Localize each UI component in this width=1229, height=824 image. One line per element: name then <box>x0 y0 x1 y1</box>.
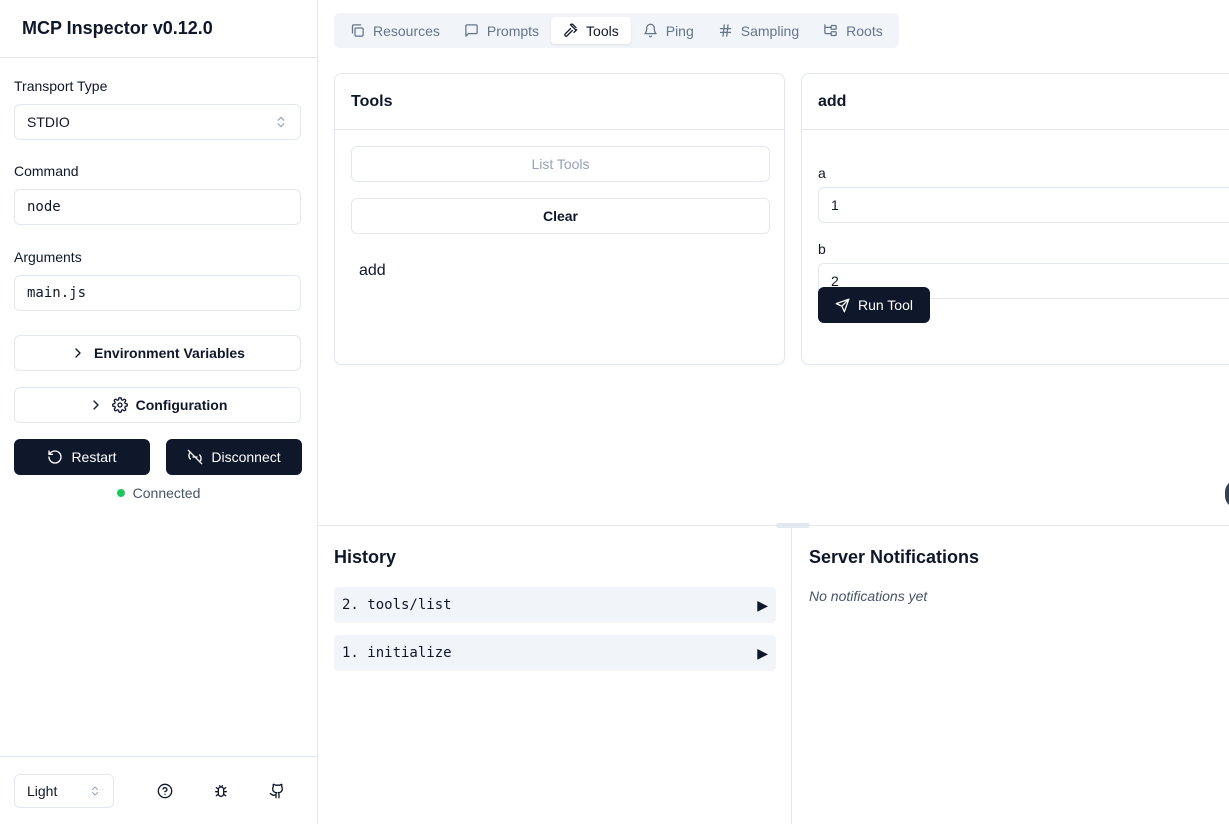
connection-status: Connected <box>14 485 303 501</box>
run-tool-button[interactable]: Run Tool <box>818 287 930 323</box>
history-panel: History 2. tools/list ▶ 1. initialize ▶ <box>318 526 792 824</box>
tool-detail-title: add <box>802 74 1229 130</box>
history-item-label: 2. tools/list <box>342 597 452 613</box>
expand-triangle-icon[interactable]: ▶ <box>757 645 768 662</box>
main-panel: Resources Prompts Tools Ping Sampling Ro… <box>318 0 1229 824</box>
app-title: MCP Inspector v0.12.0 <box>22 18 213 38</box>
restart-label: Restart <box>71 449 117 465</box>
tool-detail-card: add a 1 b 2 Run Tool <box>801 73 1229 365</box>
theme-select[interactable]: Light <box>14 773 114 808</box>
configuration-label: Configuration <box>135 397 228 413</box>
param-b-label: b <box>818 241 826 257</box>
notifications-panel: Server Notifications No notifications ye… <box>793 526 1229 824</box>
disconnect-label: Disconnect <box>211 449 281 465</box>
sidebar: MCP Inspector v0.12.0 Transport Type STD… <box>0 0 318 824</box>
restart-button[interactable]: Restart <box>14 439 150 475</box>
help-circle-icon[interactable] <box>153 779 177 803</box>
tab-label: Prompts <box>486 22 540 39</box>
chevron-right-icon <box>92 400 99 410</box>
bottom-panel: History 2. tools/list ▶ 1. initialize ▶ … <box>318 523 1229 824</box>
files-icon <box>351 24 364 37</box>
rotate-ccw-icon <box>48 450 63 464</box>
sidebar-header: MCP Inspector v0.12.0 <box>0 0 317 58</box>
arguments-input[interactable]: main.js <box>14 275 301 311</box>
tab-sampling[interactable]: Sampling <box>706 17 811 44</box>
list-tools-button[interactable]: List Tools <box>351 146 770 182</box>
tools-list-title: Tools <box>335 74 784 130</box>
clear-button[interactable]: Clear <box>351 198 770 234</box>
tab-roots[interactable]: Roots <box>811 17 895 44</box>
github-icon[interactable] <box>265 779 289 803</box>
tab-label: Resources <box>373 22 440 39</box>
environment-variables-button[interactable]: Environment Variables <box>14 335 301 371</box>
bell-icon <box>643 23 657 38</box>
send-icon <box>835 298 850 312</box>
run-tool-label: Run Tool <box>857 297 913 313</box>
tab-tools[interactable]: Tools <box>551 17 631 44</box>
floating-scroll-handle[interactable] <box>1225 480 1229 508</box>
theme-value: Light <box>27 782 58 799</box>
bug-icon[interactable] <box>209 779 233 803</box>
history-title: History <box>334 547 397 567</box>
message-square-icon <box>465 24 478 37</box>
sidebar-footer: Light <box>0 756 317 824</box>
tools-list-card: Tools List Tools Clear add <box>334 73 785 365</box>
disconnect-button[interactable]: Disconnect <box>166 439 302 475</box>
connection-actions: Restart Disconnect <box>14 439 303 475</box>
configuration-button[interactable]: Configuration <box>14 387 301 423</box>
tool-list-item[interactable]: add <box>359 262 386 280</box>
tab-prompts[interactable]: Prompts <box>452 17 551 44</box>
tab-resources[interactable]: Resources <box>338 17 452 44</box>
status-text: Connected <box>132 485 201 501</box>
folder-tree-icon <box>824 24 837 37</box>
unplug-icon <box>188 449 203 465</box>
status-dot <box>116 489 125 497</box>
connection-form: Transport Type STDIO Command node Argume… <box>0 58 317 501</box>
tab-ping[interactable]: Ping <box>631 17 706 44</box>
chevron-right-icon <box>75 348 81 358</box>
tab-label: Tools <box>586 22 619 39</box>
notifications-title: Server Notifications <box>809 547 980 567</box>
transport-type-value: STDIO <box>27 114 70 130</box>
chevrons-up-down-icon <box>277 116 285 128</box>
arguments-label: Arguments <box>14 249 82 265</box>
history-item[interactable]: 2. tools/list ▶ <box>334 587 776 623</box>
transport-type-select[interactable]: STDIO <box>14 104 301 140</box>
expand-triangle-icon[interactable]: ▶ <box>757 597 768 614</box>
tab-label: Sampling <box>740 22 800 39</box>
history-item[interactable]: 1. initialize ▶ <box>334 635 776 671</box>
environment-variables-label: Environment Variables <box>94 345 245 361</box>
hammer-icon <box>564 23 578 37</box>
command-input[interactable]: node <box>14 189 301 225</box>
transport-type-label: Transport Type <box>14 78 108 94</box>
settings-gear-icon <box>111 397 128 413</box>
tab-bar: Resources Prompts Tools Ping Sampling Ro… <box>334 13 899 48</box>
notifications-empty-text: No notifications yet <box>809 588 928 604</box>
tab-label: Roots <box>846 22 883 39</box>
param-a-label: a <box>818 165 826 181</box>
param-a-input[interactable]: 1 <box>818 187 1229 223</box>
chevrons-up-down-icon <box>92 786 98 795</box>
hash-icon <box>719 24 731 37</box>
command-label: Command <box>14 163 79 179</box>
tab-label: Ping <box>665 22 694 39</box>
history-item-label: 1. initialize <box>342 645 452 661</box>
